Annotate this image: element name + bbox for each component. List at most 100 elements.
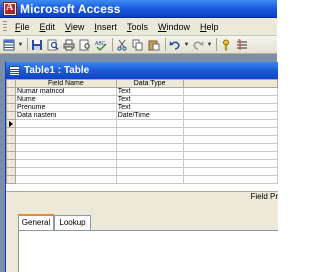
row-selector[interactable] <box>6 135 16 144</box>
field-grid-table: Field Name Data Type Numar matricol Text… <box>6 79 278 184</box>
data-type-cell[interactable]: Text <box>115 87 184 96</box>
menu-insert[interactable]: Insert <box>89 19 122 35</box>
field-name-cell[interactable]: Nume <box>14 95 117 104</box>
view-dropdown-arrow[interactable]: ▼ <box>18 38 24 52</box>
data-type-cell[interactable] <box>115 151 184 160</box>
field-name-cell[interactable] <box>14 135 117 144</box>
menu-edit[interactable]: Edit <box>35 19 61 35</box>
description-cell[interactable] <box>182 167 278 176</box>
field-name-cell[interactable] <box>14 143 117 152</box>
data-type-cell[interactable]: Date/Time <box>115 111 184 120</box>
row-selector[interactable] <box>6 151 16 160</box>
row-selector[interactable] <box>6 87 16 96</box>
view-icon[interactable] <box>2 38 16 52</box>
table-row <box>6 143 278 152</box>
table-row <box>6 175 278 184</box>
undo-dropdown-arrow[interactable]: ▼ <box>184 38 190 52</box>
data-type-cell[interactable] <box>115 159 184 168</box>
table-row: Prenume Text <box>6 103 278 112</box>
data-type-cell[interactable] <box>115 127 184 136</box>
description-cell[interactable] <box>182 127 278 136</box>
description-cell[interactable] <box>182 87 278 96</box>
table-row: Data nasterii Date/Time <box>6 111 278 120</box>
field-name-cell[interactable] <box>14 175 117 184</box>
menu-help[interactable]: Help <box>195 19 224 35</box>
primary-key-icon[interactable] <box>219 38 233 52</box>
row-selector[interactable] <box>6 159 16 168</box>
row-selector-header[interactable] <box>6 79 16 88</box>
general-properties-panel <box>18 230 278 272</box>
field-name-cell[interactable]: Data nasterii <box>14 111 117 120</box>
description-cell[interactable] <box>182 111 278 120</box>
menu-tools[interactable]: Tools <box>122 19 153 35</box>
save-icon[interactable] <box>30 38 44 52</box>
data-type-cell[interactable] <box>115 135 184 144</box>
row-selector-current[interactable] <box>6 119 16 128</box>
table-row <box>6 159 278 168</box>
data-type-cell[interactable] <box>115 143 184 152</box>
description-cell[interactable] <box>182 151 278 160</box>
table-row: Nume Text <box>6 95 278 104</box>
description-header <box>182 79 278 88</box>
data-type-cell[interactable]: Text <box>115 95 184 104</box>
menu-window[interactable]: Window <box>153 19 195 35</box>
table-icon <box>9 65 20 76</box>
menu-bar: File Edit View Insert Tools Window Help <box>0 18 277 36</box>
toolbar-separator <box>216 38 217 51</box>
description-cell[interactable] <box>182 95 278 104</box>
description-cell[interactable] <box>182 135 278 144</box>
description-cell[interactable] <box>182 175 278 184</box>
row-selector[interactable] <box>6 95 16 104</box>
row-selector[interactable] <box>6 111 16 120</box>
field-name-cell[interactable] <box>14 167 117 176</box>
menubar-grip[interactable] <box>3 20 7 33</box>
table-window-title: Table1 : Table <box>24 65 90 76</box>
access-app-icon[interactable] <box>3 1 17 16</box>
redo-icon[interactable] <box>191 38 205 52</box>
data-type-cell[interactable] <box>115 175 184 184</box>
table-row <box>6 127 278 136</box>
data-type-cell[interactable]: Text <box>115 103 184 112</box>
field-name-cell[interactable]: Prenume <box>14 103 117 112</box>
row-selector[interactable] <box>6 167 16 176</box>
table-design-window: Table1 : Table Field Name Data Type Numa… <box>5 62 278 272</box>
search-icon[interactable] <box>46 38 60 52</box>
field-name-header: Field Name <box>14 79 117 88</box>
menu-file[interactable]: File <box>10 19 35 35</box>
field-name-cell[interactable] <box>14 119 117 128</box>
row-selector[interactable] <box>6 127 16 136</box>
tab-lookup[interactable]: Lookup <box>54 215 91 230</box>
toolbar-separator <box>165 38 166 51</box>
field-name-cell[interactable] <box>14 159 117 168</box>
copy-icon[interactable] <box>131 38 145 52</box>
undo-icon[interactable] <box>168 38 182 52</box>
paste-icon[interactable] <box>147 38 161 52</box>
table-window-titlebar[interactable]: Table1 : Table <box>6 62 278 79</box>
description-cell[interactable] <box>182 159 278 168</box>
row-selector[interactable] <box>6 143 16 152</box>
print-icon[interactable] <box>62 38 76 52</box>
menu-view[interactable]: View <box>60 19 89 35</box>
field-name-cell[interactable] <box>14 151 117 160</box>
data-type-cell[interactable] <box>115 119 184 128</box>
cut-icon[interactable] <box>115 38 129 52</box>
field-name-cell[interactable] <box>14 127 117 136</box>
tab-general[interactable]: General <box>18 214 54 230</box>
description-cell[interactable] <box>182 119 278 128</box>
field-properties-strip: Field Pr <box>6 191 278 201</box>
description-cell[interactable] <box>182 103 278 112</box>
data-type-cell[interactable] <box>115 167 184 176</box>
table-row <box>6 151 278 160</box>
indexes-icon[interactable] <box>235 38 249 52</box>
row-selector[interactable] <box>6 103 16 112</box>
grid-header-row: Field Name Data Type <box>6 79 278 88</box>
field-name-cell[interactable]: Numar matricol <box>14 87 117 96</box>
print-preview-icon[interactable] <box>78 38 92 52</box>
field-properties-pane: General Lookup <box>6 201 278 272</box>
row-selector[interactable] <box>6 175 16 184</box>
table-design-toolbar: ▼ ABC ▼ ▼ <box>0 36 277 54</box>
redo-dropdown-arrow[interactable]: ▼ <box>207 38 213 52</box>
spelling-icon[interactable]: ABC <box>94 38 108 52</box>
toolbar-separator <box>27 38 28 51</box>
description-cell[interactable] <box>182 143 278 152</box>
